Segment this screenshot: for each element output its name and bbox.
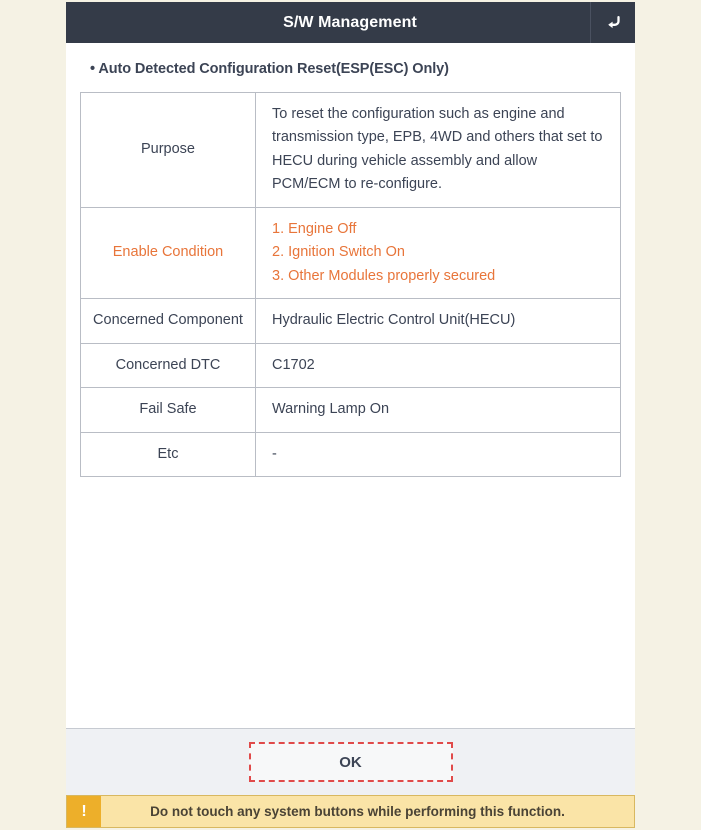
table-row: Etc - <box>80 431 621 478</box>
row-label: Fail Safe <box>80 387 256 433</box>
function-info-table: Purpose To reset the configuration such … <box>80 92 621 478</box>
row-label: Concerned DTC <box>80 342 256 389</box>
ok-button[interactable]: OK <box>248 742 453 782</box>
table-row: Concerned Component Hydraulic Electric C… <box>80 298 621 344</box>
page-title: S/W Management <box>283 13 417 31</box>
warning-message: Do not touch any system buttons while pe… <box>150 804 565 819</box>
warning-bar: ! Do not touch any system buttons while … <box>66 795 635 828</box>
sw-management-dialog: S/W Management • Auto Detected Configura… <box>66 2 635 828</box>
row-value: - <box>255 431 621 478</box>
exclamation-icon: ! <box>67 796 101 827</box>
row-label: Concerned Component <box>80 298 256 344</box>
table-body: Purpose To reset the configuration such … <box>80 92 621 478</box>
back-button[interactable] <box>590 2 635 43</box>
section-subtitle: • Auto Detected Configuration Reset(ESP(… <box>90 61 449 77</box>
row-value: 1. Engine Off 2. Ignition Switch On 3. O… <box>255 206 621 300</box>
dialog-footer: OK <box>66 728 635 795</box>
title-bar: S/W Management <box>66 2 635 43</box>
row-label: Enable Condition <box>80 206 256 300</box>
row-value: Warning Lamp On <box>255 387 621 433</box>
row-value: Hydraulic Electric Control Unit(HECU) <box>255 298 621 344</box>
dialog-content: • Auto Detected Configuration Reset(ESP(… <box>66 43 635 728</box>
row-label: Purpose <box>80 92 256 208</box>
row-label: Etc <box>80 431 256 478</box>
table-row: Fail Safe Warning Lamp On <box>80 387 621 433</box>
row-value: To reset the configuration such as engin… <box>255 92 621 208</box>
table-row: Concerned DTC C1702 <box>80 342 621 389</box>
table-row: Purpose To reset the configuration such … <box>80 92 621 208</box>
row-value: C1702 <box>255 342 621 389</box>
table-row: Enable Condition 1. Engine Off 2. Igniti… <box>80 206 621 300</box>
return-arrow-icon <box>602 12 624 34</box>
